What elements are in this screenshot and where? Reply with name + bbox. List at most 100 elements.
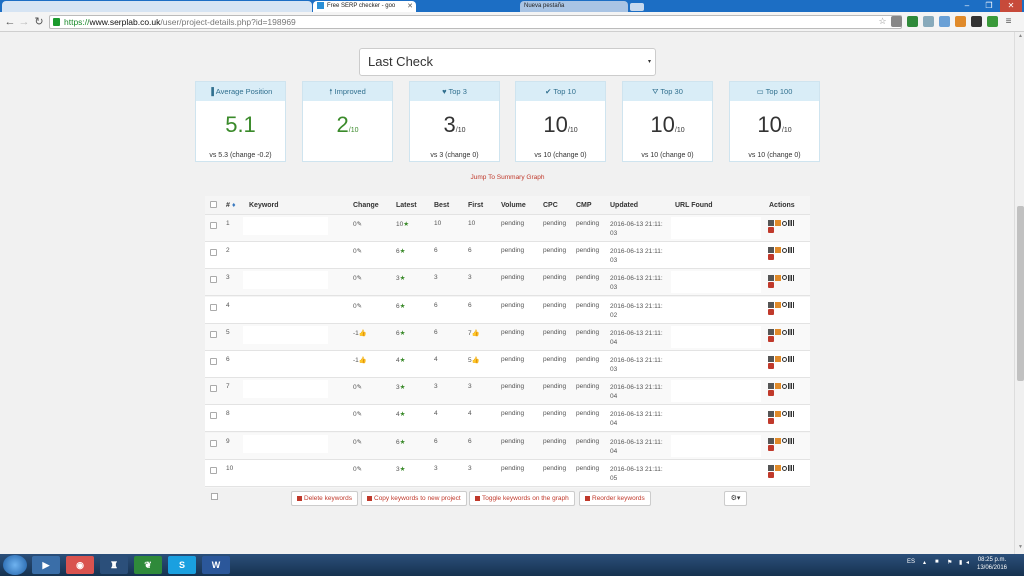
table-row[interactable]: 6 -1👍 4★ 4 5👍 pending pending pending 2016-06-13… bbox=[205, 351, 810, 378]
delete-keywords-button[interactable]: Delete keywords bbox=[291, 491, 359, 506]
word-icon[interactable]: W bbox=[202, 556, 230, 574]
gear-dropdown-button[interactable]: ⚙▾ bbox=[724, 491, 747, 506]
table-row[interactable]: 3 0✎ 3★ 3 3 pending pending pending 2016-06-13 2… bbox=[205, 269, 810, 297]
download-icon[interactable] bbox=[939, 16, 950, 27]
search-icon[interactable] bbox=[782, 220, 787, 226]
keyword-cell[interactable] bbox=[243, 434, 328, 453]
keyword-cell[interactable] bbox=[243, 244, 328, 263]
reload-icon[interactable]: ↻ bbox=[32, 15, 46, 29]
skype-icon[interactable]: S bbox=[168, 556, 196, 574]
start-button[interactable] bbox=[3, 555, 27, 575]
bar-chart-icon[interactable] bbox=[788, 301, 794, 308]
flag-icon[interactable]: ⚑ bbox=[947, 559, 952, 566]
tag-icon[interactable] bbox=[768, 281, 774, 288]
table-row[interactable]: 4 0✎ 6★ 6 6 pending pending pending 2016-06-13 2… bbox=[205, 296, 810, 324]
trash-icon[interactable] bbox=[768, 465, 774, 472]
select-all-footer-checkbox[interactable] bbox=[211, 493, 218, 500]
folder-icon[interactable] bbox=[775, 437, 781, 444]
trash-icon[interactable] bbox=[768, 274, 774, 281]
minimize-button[interactable]: – bbox=[956, 0, 978, 12]
search-icon[interactable] bbox=[782, 275, 787, 281]
keyword-cell[interactable] bbox=[243, 380, 328, 399]
language-indicator[interactable]: ES bbox=[907, 559, 915, 565]
tag-icon[interactable] bbox=[768, 308, 774, 315]
volume-icon[interactable]: ◂ bbox=[966, 559, 969, 566]
table-row[interactable]: 5 -1👍 6★ 6 7👍 pending pending pending 2016-06-13… bbox=[205, 323, 810, 351]
folder-icon[interactable] bbox=[775, 220, 781, 227]
bar-chart-icon[interactable] bbox=[788, 383, 794, 390]
tag-icon[interactable] bbox=[768, 417, 774, 424]
trash-icon[interactable] bbox=[768, 329, 774, 336]
header-updated[interactable]: Updated bbox=[610, 202, 638, 209]
tray-arrow-icon[interactable]: ▴ bbox=[923, 559, 926, 566]
search-icon[interactable] bbox=[782, 465, 787, 471]
extension-icon[interactable] bbox=[955, 16, 966, 27]
folder-icon[interactable] bbox=[775, 301, 781, 308]
folder-icon[interactable] bbox=[775, 356, 781, 363]
keyword-cell[interactable] bbox=[243, 325, 328, 344]
row-checkbox[interactable] bbox=[210, 466, 217, 474]
forward-arrow-icon[interactable]: → bbox=[17, 15, 31, 29]
row-checkbox[interactable] bbox=[210, 385, 217, 393]
trash-icon[interactable] bbox=[768, 301, 774, 308]
close-window-button[interactable]: ✕ bbox=[1000, 0, 1022, 12]
close-tab-icon[interactable]: ✕ bbox=[407, 1, 413, 12]
header-cpc[interactable]: CPC bbox=[543, 202, 558, 209]
search-icon[interactable] bbox=[782, 356, 787, 362]
folder-icon[interactable] bbox=[775, 383, 781, 390]
keyword-cell[interactable] bbox=[243, 217, 328, 235]
back-arrow-icon[interactable]: ← bbox=[3, 15, 17, 29]
network-icon[interactable]: ▮ bbox=[959, 559, 962, 566]
keyword-cell[interactable] bbox=[243, 298, 328, 317]
tag-icon[interactable] bbox=[768, 336, 774, 343]
search-icon[interactable] bbox=[782, 247, 787, 253]
row-checkbox[interactable] bbox=[210, 358, 217, 365]
extension-icon[interactable] bbox=[891, 16, 902, 27]
tag-icon[interactable] bbox=[768, 363, 774, 370]
bar-chart-icon[interactable] bbox=[788, 437, 794, 444]
keyword-cell[interactable] bbox=[243, 271, 328, 290]
keyword-cell[interactable] bbox=[243, 461, 328, 480]
header-url-found[interactable]: URL Found bbox=[675, 202, 713, 209]
extension-icon[interactable] bbox=[987, 16, 998, 27]
folder-icon[interactable] bbox=[775, 465, 781, 472]
header-change[interactable]: Change bbox=[353, 202, 379, 209]
bar-chart-icon[interactable] bbox=[788, 329, 794, 336]
bar-chart-icon[interactable] bbox=[788, 410, 794, 417]
tool-icon[interactable]: ♜ bbox=[100, 556, 128, 574]
select-all-checkbox[interactable] bbox=[210, 201, 217, 208]
trash-icon[interactable] bbox=[768, 247, 774, 254]
header-cmp[interactable]: CMP bbox=[576, 202, 592, 209]
search-icon[interactable] bbox=[782, 329, 787, 335]
table-row[interactable]: 1 0✎ 10★ 10 10 pending pending pending 2016-06-1… bbox=[205, 215, 810, 242]
header-first[interactable]: First bbox=[468, 202, 483, 209]
header-keyword[interactable]: Keyword bbox=[249, 202, 279, 209]
sort-icon[interactable]: ♦ bbox=[232, 202, 236, 209]
copy-keywords-button[interactable]: Copy keywords to new project bbox=[361, 491, 467, 506]
search-icon[interactable] bbox=[782, 411, 787, 417]
table-row[interactable]: 7 0✎ 3★ 3 3 pending pending pending 2016-06-13 2… bbox=[205, 378, 810, 406]
extension-icon[interactable] bbox=[971, 16, 982, 27]
keyword-cell[interactable] bbox=[243, 353, 328, 371]
table-row[interactable]: 8 0✎ 4★ 4 4 pending pending pending 2016-06-13 2… bbox=[205, 405, 810, 433]
menu-icon[interactable]: ≡ bbox=[1003, 16, 1014, 27]
trash-icon[interactable] bbox=[768, 410, 774, 417]
row-checkbox[interactable] bbox=[210, 276, 217, 284]
bar-chart-icon[interactable] bbox=[788, 356, 794, 363]
tag-icon[interactable] bbox=[768, 390, 774, 397]
scrollbar-thumb[interactable] bbox=[1017, 206, 1024, 381]
folder-icon[interactable] bbox=[775, 410, 781, 417]
table-row[interactable]: 10 0✎ 3★ 3 3 pending pending pending 2016-06-13 … bbox=[205, 459, 810, 487]
search-icon[interactable] bbox=[782, 438, 787, 444]
extension-icon[interactable] bbox=[907, 16, 918, 27]
scroll-down-icon[interactable]: ▼ bbox=[1017, 544, 1024, 551]
clock[interactable]: 08:25 p.m. 13/06/2016 bbox=[972, 557, 1012, 572]
evernote-icon[interactable]: ❦ bbox=[134, 556, 162, 574]
new-tab-button[interactable] bbox=[630, 3, 644, 11]
table-row[interactable]: 2 0✎ 6★ 6 6 pending pending pending 2016-06-13 2… bbox=[205, 242, 810, 270]
row-checkbox[interactable] bbox=[210, 439, 217, 447]
tag-icon[interactable] bbox=[768, 254, 774, 261]
search-icon[interactable] bbox=[782, 383, 787, 389]
header-best[interactable]: Best bbox=[434, 202, 449, 209]
folder-icon[interactable] bbox=[775, 329, 781, 336]
